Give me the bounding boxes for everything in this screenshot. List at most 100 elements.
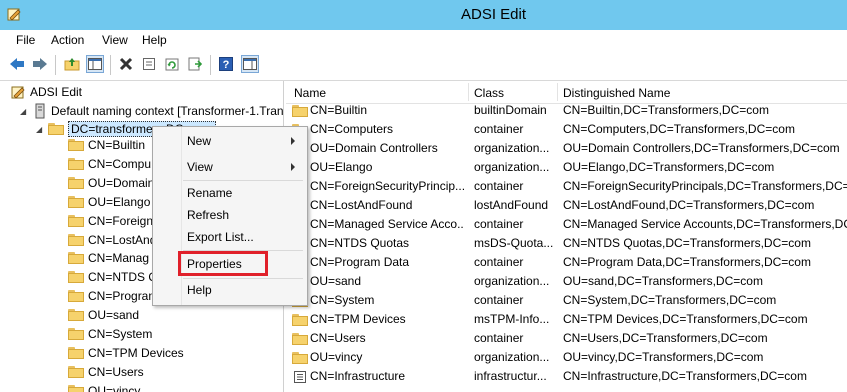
tree-root[interactable]: ADSI Edit xyxy=(10,83,82,101)
table-row[interactable]: CN=Computers container CN=Computers,DC=Tra… xyxy=(286,120,847,139)
cell-class: container xyxy=(474,331,524,345)
tree-child-label: CN=Manag xyxy=(88,251,150,266)
table-row[interactable]: OU=Elango organization... OU=Elango,DC=Tra… xyxy=(286,158,847,177)
cell-dn: OU=sand,DC=Transformers,DC=com xyxy=(563,274,763,288)
tree-child-label: OU=sand xyxy=(88,308,140,323)
menu-item-refresh[interactable]: Refresh xyxy=(153,205,305,225)
column-header-class[interactable]: Class xyxy=(474,86,504,100)
menu-file[interactable]: File xyxy=(16,33,35,47)
menu-separator xyxy=(183,278,303,279)
cell-dn: CN=LostAndFound,DC=Transformers,DC=com xyxy=(563,198,815,212)
cell-name: CN=Computers xyxy=(310,122,394,136)
table-row[interactable]: CN=TPM Devices msTPM-Info... CN=TPM Device… xyxy=(286,310,847,329)
cell-dn: CN=Users,DC=Transformers,DC=com xyxy=(563,331,768,345)
tree-child-node[interactable]: CN=System xyxy=(68,325,152,343)
tree-child-node[interactable]: CN=Compu xyxy=(68,155,151,173)
cell-class: builtinDomain xyxy=(474,103,547,117)
menu-help[interactable]: Help xyxy=(142,33,167,47)
cell-name: CN=Builtin xyxy=(310,103,368,117)
tree-child-node[interactable]: CN=Users xyxy=(68,363,144,381)
delete-icon[interactable] xyxy=(117,55,135,73)
tree-child-node[interactable]: OU=sand xyxy=(68,306,139,324)
tree-root-label: ADSI Edit xyxy=(30,85,83,99)
tree-child-node[interactable]: OU=Domain xyxy=(68,174,154,192)
tree-child-node[interactable]: CN=Foreign xyxy=(68,212,153,230)
table-row[interactable]: CN=Managed Service Acco... container CN=Ma… xyxy=(286,215,847,234)
table-row[interactable]: CN=System container CN=System,DC=Transform… xyxy=(286,291,847,310)
cell-name: CN=LostAndFound xyxy=(310,198,413,212)
cell-dn: CN=TPM Devices,DC=Transformers,DC=com xyxy=(563,312,808,326)
table-row[interactable]: CN=Infrastructure infrastructur... CN=Infr… xyxy=(286,367,847,386)
menu-view[interactable]: View xyxy=(102,33,128,47)
help-icon[interactable]: ? xyxy=(217,55,235,73)
show-hide-tree-icon[interactable] xyxy=(86,55,104,73)
table-row[interactable]: CN=Program Data container CN=Program Data,… xyxy=(286,253,847,272)
menu-item-help[interactable]: Help xyxy=(153,280,305,300)
table-row[interactable]: CN=LostAndFound lostAndFound CN=LostAndFou… xyxy=(286,196,847,215)
folder-icon xyxy=(68,252,84,265)
export-list-icon[interactable] xyxy=(186,55,204,73)
menu-item-label: View xyxy=(187,160,213,174)
cell-name: OU=sand xyxy=(310,274,362,288)
tree-child-node[interactable]: CN=Program xyxy=(68,287,158,305)
folder-icon xyxy=(68,309,84,322)
folder-icon xyxy=(68,290,84,303)
folder-icon xyxy=(68,328,84,340)
document-icon xyxy=(294,371,306,383)
back-icon[interactable] xyxy=(8,55,26,73)
table-row[interactable]: CN=NTDS Quotas msDS-Quota... CN=NTDS Quota… xyxy=(286,234,847,253)
menu-item-new[interactable]: New xyxy=(153,131,305,151)
tree-child-node[interactable]: CN=LostAnd xyxy=(68,231,156,249)
table-row[interactable]: OU=sand organization... OU=sand,DC=Transfo… xyxy=(286,272,847,291)
menu-separator xyxy=(183,180,303,181)
toolbar-separator xyxy=(210,55,211,75)
menu-item-export-list[interactable]: Export List... xyxy=(153,227,305,247)
svg-text:?: ? xyxy=(223,59,230,71)
table-row[interactable]: CN=Builtin builtinDomain CN=Builtin,DC=Tra… xyxy=(286,101,847,120)
column-header-dn[interactable]: Distinguished Name xyxy=(563,86,670,100)
column-header-name[interactable]: Name xyxy=(294,86,326,100)
up-folder-icon[interactable] xyxy=(63,55,81,73)
tree-child-label: CN=TPM Devices xyxy=(88,345,184,360)
tree-child-node[interactable]: OU=vincy xyxy=(68,382,140,392)
column-divider[interactable] xyxy=(557,83,558,101)
tree-child-node[interactable]: CN=Builtin xyxy=(68,136,145,154)
column-divider[interactable] xyxy=(468,83,469,101)
folder-icon xyxy=(292,333,308,345)
show-hide-action-pane-icon[interactable] xyxy=(241,55,259,73)
collapse-arrow-icon[interactable]: ◢ xyxy=(36,125,42,134)
forward-icon[interactable] xyxy=(31,55,49,73)
table-row[interactable]: OU=vincy organization... OU=vincy,DC=Trans… xyxy=(286,348,847,367)
cell-dn: CN=Program Data,DC=Transformers,DC=com xyxy=(563,255,811,269)
menu-item-label: Refresh xyxy=(187,208,230,222)
properties-icon[interactable] xyxy=(140,55,158,73)
title-bar: ADSI Edit xyxy=(0,0,847,30)
menu-action[interactable]: Action xyxy=(51,33,84,47)
cell-class: infrastructur... xyxy=(474,369,547,383)
folder-icon xyxy=(292,314,308,326)
cell-class: organization... xyxy=(474,141,550,155)
cell-dn: OU=Elango,DC=Transformers,DC=com xyxy=(563,160,775,174)
tree-child-node[interactable]: CN=TPM Devices xyxy=(68,344,184,362)
tree-child-label: CN=LostAnd xyxy=(88,232,157,247)
tree-child-node[interactable]: OU=Elango xyxy=(68,193,150,211)
tree-child-label: OU=vincy xyxy=(88,383,141,392)
table-row[interactable]: CN=ForeignSecurityPrincip... container CN=… xyxy=(286,177,847,196)
tree-naming-context[interactable]: Default naming context [Transformer-1.Tr… xyxy=(33,102,283,120)
tree-child-node[interactable]: CN=Manag xyxy=(68,249,149,267)
cell-name: CN=Program Data xyxy=(310,255,410,269)
table-row[interactable]: CN=Users container CN=Users,DC=Transformer… xyxy=(286,329,847,348)
tree-child-node[interactable]: CN=NTDS Q xyxy=(68,268,158,286)
list-pane[interactable]: Name Class Distinguished Name CN=Builtin… xyxy=(286,81,847,392)
folder-icon xyxy=(68,157,84,170)
table-row[interactable]: OU=Domain Controllers organization... OU=D… xyxy=(286,139,847,158)
menu-item-view[interactable]: View xyxy=(153,157,305,177)
menu-item-rename[interactable]: Rename xyxy=(153,183,305,203)
refresh-icon[interactable] xyxy=(163,55,181,73)
folder-icon xyxy=(68,384,84,392)
cell-class: container xyxy=(474,293,524,307)
collapse-arrow-icon[interactable]: ◢ xyxy=(20,107,26,116)
cell-name: CN=NTDS Quotas xyxy=(310,236,410,250)
cell-name: CN=System xyxy=(310,293,375,307)
folder-icon xyxy=(68,139,84,151)
